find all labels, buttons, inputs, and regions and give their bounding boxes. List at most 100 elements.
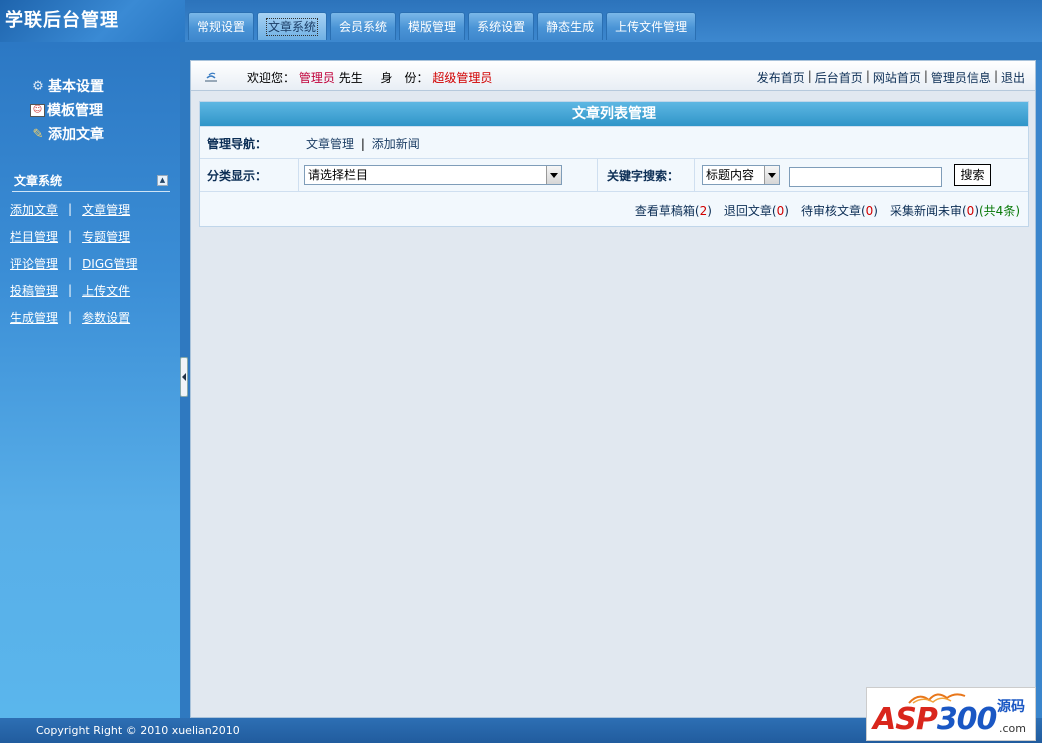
welcome-text: 欢迎您： 管理员 先生 身 份： 超级管理员 bbox=[247, 69, 492, 86]
quick-template-management[interactable]: ☺ 模板管理 bbox=[30, 98, 104, 122]
nav-link-add-news[interactable]: 添加新闻 bbox=[372, 137, 420, 151]
returned-label: 退回文章 bbox=[723, 204, 772, 218]
quick-label: 添加文章 bbox=[48, 127, 104, 143]
stats-row: 查看草稿箱(2) 退回文章(0) 待审核文章(0) 采集新闻未审(0)(共4条) bbox=[200, 191, 1028, 226]
category-select[interactable]: 请选择栏目 bbox=[304, 165, 562, 185]
paren: ) bbox=[707, 204, 712, 218]
tab-upload-file-management[interactable]: 上传文件管理 bbox=[606, 12, 697, 40]
main-content: 欢迎您： 管理员 先生 身 份： 超级管理员 发布首页 | 后台首页 | 网站首… bbox=[190, 60, 1036, 718]
article-system-section: 文章系统 ▲ bbox=[12, 170, 170, 192]
separator: | bbox=[923, 69, 928, 83]
divider bbox=[298, 159, 299, 191]
search-button[interactable]: 搜索 bbox=[954, 164, 991, 186]
quick-menu: ⚙ 基本设置 ☺ 模板管理 ✎ 添加文章 bbox=[30, 74, 104, 146]
nav-link-article-management[interactable]: 文章管理 bbox=[306, 137, 354, 151]
top-links: 发布首页 | 后台首页 | 网站首页 | 管理员信息 | 退出 bbox=[757, 69, 1025, 86]
divider bbox=[694, 159, 695, 191]
salutation: 先生 bbox=[338, 71, 363, 85]
nav-row: 管理导航： 文章管理 | 添加新闻 bbox=[200, 126, 1028, 158]
tab-article-system[interactable]: 文章系统 bbox=[257, 12, 328, 40]
sidebar-item-generation-management[interactable]: 生成管理 bbox=[10, 309, 58, 326]
filter-row: 分类显示： 请选择栏目 关键字搜索： 标题内容 搜索 bbox=[200, 158, 1028, 191]
tab-label: 系统设置 bbox=[477, 20, 526, 34]
copyright-text: Copyright Right © 2010 xuelian2010 bbox=[36, 724, 240, 737]
sidebar-link-row: 生成管理 | 参数设置 bbox=[10, 309, 130, 325]
sidebar-item-comment-management[interactable]: 评论管理 bbox=[10, 255, 58, 272]
watermark-cn: 源码 bbox=[997, 699, 1025, 715]
quick-label: 模板管理 bbox=[47, 103, 103, 119]
link-logout[interactable]: 退出 bbox=[1001, 69, 1025, 86]
username: 管理员 bbox=[298, 71, 335, 85]
keyword-label: 关键字搜索： bbox=[607, 169, 680, 183]
sidebar-item-article-management[interactable]: 文章管理 bbox=[82, 201, 130, 218]
category-label: 分类显示： bbox=[207, 169, 268, 183]
article-list-panel: 文章列表管理 管理导航： 文章管理 | 添加新闻 分类显示： 请选择栏目 关键字… bbox=[199, 101, 1029, 227]
tab-label: 模版管理 bbox=[408, 20, 457, 34]
panel-title: 文章列表管理 bbox=[200, 102, 1028, 126]
link-publish-home[interactable]: 发布首页 bbox=[757, 69, 805, 86]
watermark-brand: ASP300 bbox=[873, 702, 998, 737]
pending-label: 待审核文章 bbox=[800, 204, 861, 218]
section-header: 文章系统 ▲ bbox=[12, 170, 170, 192]
template-icon: ☺ bbox=[30, 103, 45, 117]
tab-static-generation[interactable]: 静态生成 bbox=[537, 12, 604, 40]
draft-label: 查看草稿箱 bbox=[634, 204, 695, 218]
sidebar-item-topic-management[interactable]: 专题管理 bbox=[82, 228, 130, 245]
draft-stat[interactable]: 查看草稿箱(2) bbox=[635, 202, 712, 219]
tab-system-settings[interactable]: 系统设置 bbox=[468, 12, 535, 40]
separator: | bbox=[68, 229, 73, 243]
sidebar-toggle-handle[interactable] bbox=[180, 357, 188, 397]
collected-stat[interactable]: 采集新闻未审(0)(共4条) bbox=[890, 202, 1020, 219]
watermark-logo: ASP300 源码 .com bbox=[866, 687, 1036, 741]
tab-label: 静态生成 bbox=[546, 20, 595, 34]
sidebar-link-row: 投稿管理 | 上传文件 bbox=[10, 282, 130, 298]
link-admin-info[interactable]: 管理员信息 bbox=[931, 69, 991, 86]
separator: | bbox=[68, 256, 73, 270]
add-article-icon: ✎ bbox=[32, 126, 44, 142]
tab-member-system[interactable]: 会员系统 bbox=[330, 12, 397, 40]
sidebar-item-upload-file[interactable]: 上传文件 bbox=[82, 282, 130, 299]
paren: ) bbox=[784, 204, 789, 218]
app-title: 学联后台管理 bbox=[5, 10, 119, 31]
sidebar-item-parameter-settings[interactable]: 参数设置 bbox=[82, 309, 130, 326]
right-edge bbox=[1036, 60, 1042, 718]
pending-stat[interactable]: 待审核文章(0) bbox=[801, 202, 878, 219]
paren: ) bbox=[873, 204, 878, 218]
quick-add-article[interactable]: ✎ 添加文章 bbox=[30, 122, 104, 146]
tab-label: 会员系统 bbox=[339, 20, 388, 34]
tab-label: 上传文件管理 bbox=[615, 20, 688, 34]
link-site-home[interactable]: 网站首页 bbox=[873, 69, 921, 86]
info-bar: 欢迎您： 管理员 先生 身 份： 超级管理员 发布首页 | 后台首页 | 网站首… bbox=[191, 61, 1035, 91]
returned-stat[interactable]: 退回文章(0) bbox=[724, 202, 789, 219]
quick-basic-settings[interactable]: ⚙ 基本设置 bbox=[30, 74, 104, 98]
tab-template-management[interactable]: 模版管理 bbox=[399, 12, 466, 40]
sidebar-item-column-management[interactable]: 栏目管理 bbox=[10, 228, 58, 245]
keyword-field-value: 标题内容 bbox=[706, 168, 755, 182]
watermark-brand-b: 300 bbox=[936, 702, 998, 737]
collapse-icon[interactable]: ▲ bbox=[157, 175, 168, 186]
main-tabs: 常规设置 文章系统 会员系统 模版管理 系统设置 静态生成 上传文件管理 bbox=[188, 12, 697, 42]
watermark-com: .com bbox=[999, 722, 1026, 735]
separator: | bbox=[68, 310, 73, 324]
chevron-down-icon bbox=[764, 166, 779, 184]
sidebar-link-row: 栏目管理 | 专题管理 bbox=[10, 228, 130, 244]
article-stats: 查看草稿箱(2) 退回文章(0) 待审核文章(0) 采集新闻未审(0)(共4条) bbox=[635, 202, 1020, 219]
keyword-field-select[interactable]: 标题内容 bbox=[702, 165, 780, 185]
tab-general-settings[interactable]: 常规设置 bbox=[188, 12, 255, 40]
sidebar: ⚙ 基本设置 ☺ 模板管理 ✎ 添加文章 文章系统 ▲ 添加文章 | 文章管理 … bbox=[0, 42, 180, 718]
keyword-input[interactable] bbox=[789, 167, 942, 187]
watermark-brand-a: ASP bbox=[873, 702, 938, 737]
welcome-label: 欢迎您： bbox=[247, 71, 296, 85]
sidebar-item-add-article[interactable]: 添加文章 bbox=[10, 201, 58, 218]
chevron-down-icon bbox=[546, 166, 561, 184]
total-count: (共4条) bbox=[979, 204, 1020, 218]
link-admin-home[interactable]: 后台首页 bbox=[815, 69, 863, 86]
sidebar-item-submission-management[interactable]: 投稿管理 bbox=[10, 282, 58, 299]
sidebar-link-row: 评论管理 | DIGG管理 bbox=[10, 255, 137, 271]
sidebar-item-digg-management[interactable]: DIGG管理 bbox=[82, 255, 137, 272]
divider bbox=[597, 159, 598, 191]
separator: | bbox=[68, 283, 73, 297]
section-title: 文章系统 bbox=[14, 174, 63, 188]
quick-label: 基本设置 bbox=[48, 79, 104, 95]
role-value: 超级管理员 bbox=[432, 71, 493, 85]
